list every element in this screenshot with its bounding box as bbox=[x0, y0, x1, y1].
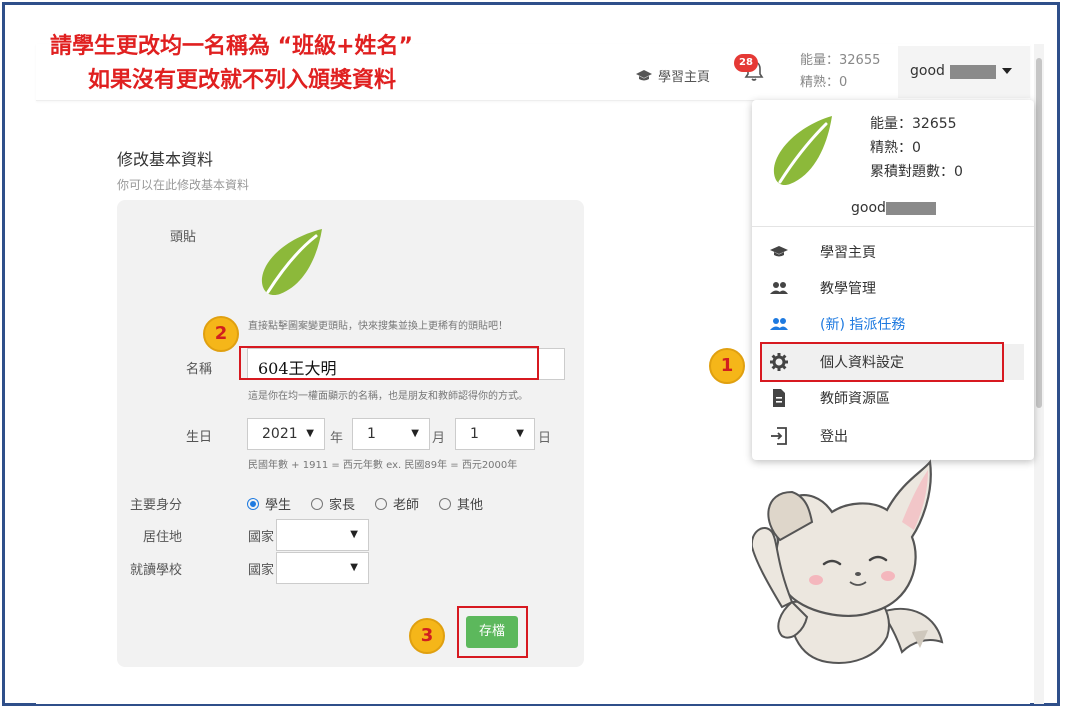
menu-item-label: 學習主頁 bbox=[820, 245, 876, 261]
birth-year-value: 2021 bbox=[262, 426, 298, 442]
menu-item-label: 登出 bbox=[820, 429, 848, 445]
dropdown-stats: 能量：32655 精熟：0 累積對題數：0 bbox=[870, 112, 963, 184]
highlight-save-box bbox=[457, 606, 528, 658]
radio-parent[interactable] bbox=[311, 497, 324, 510]
year-unit: 年 bbox=[330, 431, 344, 446]
dropdown-username: good bbox=[851, 200, 886, 216]
school-country-label: 國家 bbox=[248, 563, 275, 578]
birthday-label: 生日 bbox=[185, 430, 212, 445]
header-stats: 能量：32655 精熟：0 bbox=[800, 50, 880, 94]
school-country-select[interactable]: ▼ bbox=[276, 552, 369, 584]
highlight-profile-settings bbox=[760, 342, 1004, 382]
instruction-line-1: 請學生更改均一名稱為 “班級+姓名” bbox=[50, 34, 414, 59]
birthday-hint: 民國年數 + 1911 = 西元年數 ex. 民國89年 = 西元2000年 bbox=[248, 460, 518, 471]
users-icon bbox=[770, 282, 788, 294]
document-icon bbox=[773, 389, 785, 407]
chevron-down-icon: ▼ bbox=[350, 562, 358, 573]
scrollbar-thumb[interactable] bbox=[1036, 58, 1042, 408]
school-label: 就讀學校 bbox=[129, 563, 182, 578]
redacted-username bbox=[886, 202, 936, 215]
birth-month-value: 1 bbox=[367, 426, 376, 442]
radio-teacher[interactable] bbox=[375, 497, 388, 510]
header-energy: 能量：32655 bbox=[800, 53, 881, 68]
name-label: 名稱 bbox=[185, 362, 212, 377]
graduation-cap-icon bbox=[636, 69, 652, 80]
menu-item-assign-tasks[interactable]: (新) 指派任務 bbox=[762, 306, 1024, 342]
radio-other-label: 其他 bbox=[457, 498, 484, 513]
dropdown-badges: 精熟：0 bbox=[870, 140, 921, 156]
logout-icon bbox=[771, 427, 787, 445]
radio-student[interactable] bbox=[247, 497, 259, 510]
caret-down-icon bbox=[1002, 68, 1012, 74]
users-icon bbox=[770, 318, 788, 330]
page-subtitle: 你可以在此修改基本資料 bbox=[117, 178, 250, 192]
birth-year-select[interactable]: 2021 ▼ bbox=[247, 418, 325, 450]
user-menu-button[interactable]: good bbox=[898, 46, 1030, 98]
chevron-down-icon: ▼ bbox=[306, 428, 314, 439]
birth-month-select[interactable]: 1 ▼ bbox=[352, 418, 430, 450]
radio-teacher-label: 老師 bbox=[393, 498, 420, 513]
menu-item-logout[interactable]: 登出 bbox=[762, 418, 1024, 454]
radio-parent-label: 家長 bbox=[329, 498, 356, 513]
avatar-leaf-image[interactable] bbox=[258, 226, 328, 298]
month-unit: 月 bbox=[432, 431, 446, 446]
fox-mascot-illustration bbox=[752, 459, 944, 664]
identity-radio-group: 學生 家長 老師 其他 bbox=[247, 494, 483, 513]
step-marker-1: 1 bbox=[709, 348, 745, 384]
menu-item-teacher-resources[interactable]: 教師資源區 bbox=[762, 380, 1024, 416]
residence-country-label: 國家 bbox=[248, 530, 275, 545]
header-badges: 精熟：0 bbox=[800, 75, 848, 90]
user-name: good bbox=[910, 63, 945, 79]
avatar-hint: 直接點擊圖案變更頭貼，快來搜集並換上更稀有的頭貼吧！ bbox=[248, 321, 508, 332]
highlight-name-box bbox=[239, 346, 539, 380]
dropdown-energy: 能量：32655 bbox=[870, 116, 957, 132]
step-marker-3: 3 bbox=[409, 618, 445, 654]
residence-label: 居住地 bbox=[142, 530, 182, 545]
graduation-cap-icon bbox=[770, 246, 788, 257]
instruction-line-2: 如果沒有更改就不列入頒獎資料 bbox=[88, 68, 397, 93]
menu-item-teaching-management[interactable]: 教學管理 bbox=[762, 270, 1024, 306]
menu-item-label: 教師資源區 bbox=[820, 391, 890, 407]
chevron-down-icon: ▼ bbox=[516, 428, 524, 439]
day-unit: 日 bbox=[538, 431, 552, 446]
dropdown-answered: 累積對題數：0 bbox=[870, 164, 963, 180]
nav-home-label: 學習主頁 bbox=[658, 70, 711, 85]
redacted-username bbox=[950, 65, 996, 79]
menu-item-label: (新) 指派任務 bbox=[820, 317, 906, 333]
notification-badge: 28 bbox=[734, 54, 758, 72]
page-title: 修改基本資料 bbox=[117, 150, 214, 169]
radio-student-label: 學生 bbox=[265, 498, 292, 513]
chevron-down-icon: ▼ bbox=[350, 529, 358, 540]
step-marker-2: 2 bbox=[203, 316, 239, 352]
dropdown-avatar-leaf bbox=[773, 116, 832, 186]
dropdown-divider bbox=[752, 226, 1034, 227]
residence-country-select[interactable]: ▼ bbox=[276, 519, 369, 551]
menu-item-learning-home[interactable]: 學習主頁 bbox=[762, 234, 1024, 270]
menu-item-label: 教學管理 bbox=[820, 281, 876, 297]
name-hint: 這是你在均一權面顯示的名稱，也是朋友和教師認得你的方式。 bbox=[248, 391, 528, 402]
avatar-label: 頭貼 bbox=[169, 230, 196, 245]
radio-other[interactable] bbox=[439, 497, 452, 510]
nav-home-link[interactable]: 學習主頁 bbox=[636, 66, 710, 85]
birth-day-value: 1 bbox=[470, 426, 479, 442]
chevron-down-icon: ▼ bbox=[411, 428, 419, 439]
birth-day-select[interactable]: 1 ▼ bbox=[455, 418, 535, 450]
identity-label: 主要身分 bbox=[129, 498, 182, 513]
